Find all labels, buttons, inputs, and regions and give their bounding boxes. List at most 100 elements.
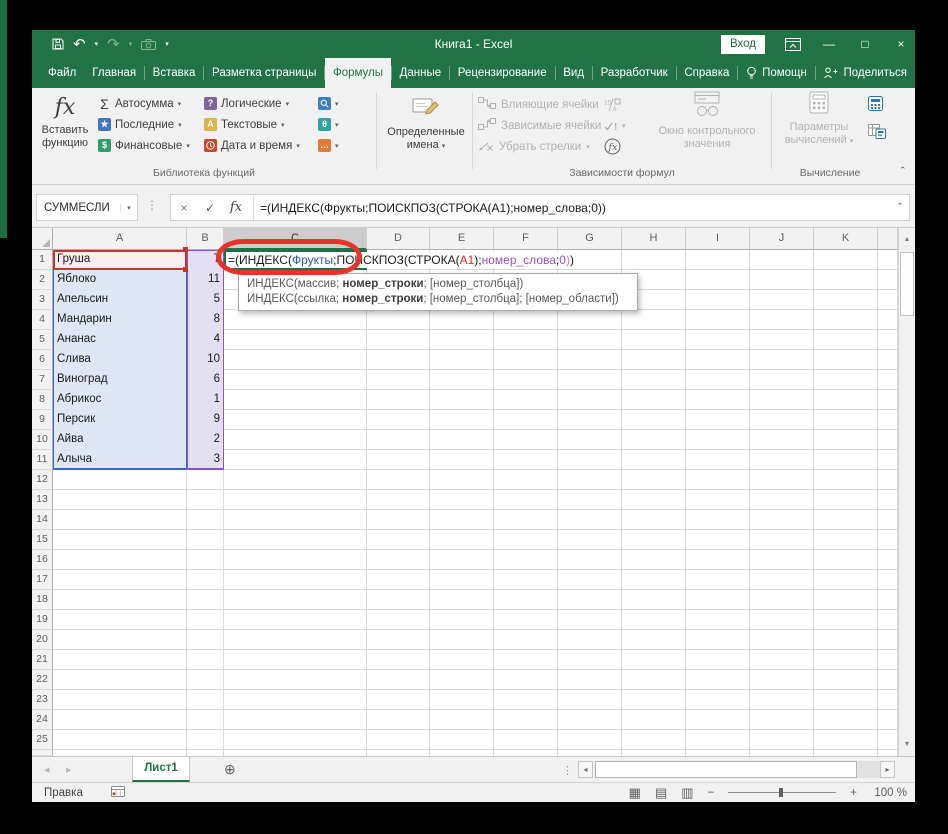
enter-button[interactable]: ✓ xyxy=(197,201,223,215)
row-header-7[interactable]: 7 xyxy=(32,370,53,390)
library-item-Логические[interactable]: ? Логические ▾ xyxy=(204,93,300,114)
cell-formula-text[interactable]: =(ИНДЕКС(Фрукты;ПОИСКПОЗ(СТРОКА(A1);номе… xyxy=(228,252,578,268)
zoom-slider-thumb[interactable] xyxy=(779,788,784,797)
row-header-16[interactable]: 16 xyxy=(32,550,53,570)
math-trig-button[interactable]: θ ▾ xyxy=(318,114,339,135)
ribbon-tab-5[interactable]: Данные xyxy=(392,58,450,88)
zoom-in-icon[interactable]: + xyxy=(850,787,857,799)
cancel-button[interactable]: × xyxy=(171,201,197,215)
normal-view-icon[interactable]: ▦ xyxy=(629,785,641,801)
lookup-reference-button[interactable]: ▾ xyxy=(318,93,339,114)
library-item-Дата и время[interactable]: Дата и время ▾ xyxy=(204,135,300,156)
sign-in-button[interactable]: Вход xyxy=(720,34,765,54)
name-box-caret-icon[interactable]: ▾ xyxy=(120,203,137,212)
row-header-18[interactable]: 18 xyxy=(32,590,53,610)
more-functions-button[interactable]: … ▾ xyxy=(318,135,339,156)
row-header-19[interactable]: 19 xyxy=(32,610,53,630)
scroll-down-icon[interactable]: ▾ xyxy=(899,734,915,754)
horizontal-scrollbar-thumb[interactable] xyxy=(595,761,857,778)
cell-A10[interactable]: Айва xyxy=(53,430,187,450)
cell-B8[interactable]: 1 xyxy=(187,390,224,410)
customize-qat-icon[interactable]: ▾ xyxy=(165,40,169,48)
column-header-K[interactable]: K xyxy=(814,228,878,250)
row-header-25[interactable]: 25 xyxy=(32,730,53,750)
ribbon-tab-1[interactable]: Главная xyxy=(84,58,144,88)
cell-A7[interactable]: Виноград xyxy=(53,370,187,390)
row-header-3[interactable]: 3 xyxy=(32,290,53,310)
cell-B5[interactable]: 4 xyxy=(187,330,224,350)
row-header-21[interactable]: 21 xyxy=(32,650,53,670)
column-header-D[interactable]: D xyxy=(367,228,430,250)
column-header-A[interactable]: A xyxy=(53,228,187,250)
insert-function-fx-button[interactable]: fx xyxy=(223,200,249,215)
cell-A3[interactable]: Апельсин xyxy=(53,290,187,310)
cell-B2[interactable]: 11 xyxy=(187,270,224,290)
cell-B11[interactable]: 3 xyxy=(187,450,224,470)
page-break-view-icon[interactable]: ▥ xyxy=(681,785,693,801)
defined-names-button[interactable]: Определенные имена ▾ xyxy=(384,91,468,179)
row-header-22[interactable]: 22 xyxy=(32,670,53,690)
ribbon-tab-11[interactable]: Поделиться xyxy=(815,58,915,88)
formula-bar-expand-icon[interactable]: ˇ xyxy=(891,200,909,215)
ribbon-tab-8[interactable]: Разработчик xyxy=(593,58,676,88)
zoom-out-icon[interactable]: − xyxy=(708,787,715,799)
scroll-left-icon[interactable]: ◂ xyxy=(578,761,593,778)
cell-A11[interactable]: Алыча xyxy=(53,450,187,470)
ribbon-tab-6[interactable]: Рецензирование xyxy=(450,58,555,88)
cell-A4[interactable]: Мандарин xyxy=(53,310,187,330)
evaluate-formula-icon[interactable]: fx xyxy=(604,136,626,157)
calculate-sheet-icon[interactable] xyxy=(868,124,886,142)
minimize-button[interactable]: — xyxy=(821,37,837,51)
column-header-G[interactable]: G xyxy=(558,228,622,250)
insert-function-button[interactable]: fx Вставить функцию xyxy=(36,91,94,179)
cell-A6[interactable]: Слива xyxy=(53,350,187,370)
vertical-scrollbar-thumb[interactable] xyxy=(900,252,914,316)
column-header-F[interactable]: F xyxy=(494,228,558,250)
ribbon-display-options-icon[interactable] xyxy=(785,37,801,51)
macro-record-icon[interactable] xyxy=(110,785,125,800)
cell-A5[interactable]: Ананас xyxy=(53,330,187,350)
ribbon-tab-9[interactable]: Справка xyxy=(676,58,737,88)
row-header-14[interactable]: 14 xyxy=(32,510,53,530)
undo-icon[interactable]: ↶ xyxy=(73,37,86,52)
column-header-J[interactable]: J xyxy=(750,228,814,250)
ribbon-tab-3[interactable]: Разметка страницы xyxy=(204,58,324,88)
add-sheet-icon[interactable]: ⊕ xyxy=(224,761,236,778)
cell-B9[interactable]: 9 xyxy=(187,410,224,430)
row-header-23[interactable]: 23 xyxy=(32,690,53,710)
row-header-20[interactable]: 20 xyxy=(32,630,53,650)
scroll-right-icon[interactable]: ▸ xyxy=(880,761,895,778)
library-item-Автосумма[interactable]: Σ Автосумма ▾ xyxy=(98,93,190,114)
column-header-I[interactable]: I xyxy=(686,228,750,250)
cell-A1[interactable]: Груша xyxy=(53,250,187,270)
prev-sheet-icon[interactable]: ◂ xyxy=(44,763,50,776)
row-header-2[interactable]: 2 xyxy=(32,270,53,290)
row-header-12[interactable]: 12 xyxy=(32,470,53,490)
cell-A9[interactable]: Персик xyxy=(53,410,187,430)
row-header-6[interactable]: 6 xyxy=(32,350,53,370)
close-button[interactable]: × xyxy=(893,37,909,51)
column-header-H[interactable]: H xyxy=(622,228,686,250)
library-item-Финансовые[interactable]: $ Финансовые ▾ xyxy=(98,135,190,156)
next-sheet-icon[interactable]: ▸ xyxy=(66,763,72,776)
row-header-24[interactable]: 24 xyxy=(32,710,53,730)
row-header-8[interactable]: 8 xyxy=(32,390,53,410)
ribbon-tab-10[interactable]: Помощн xyxy=(738,58,815,88)
cell-B3[interactable]: 5 xyxy=(187,290,224,310)
row-header-5[interactable]: 5 xyxy=(32,330,53,350)
maximize-button[interactable]: □ xyxy=(857,37,873,51)
column-header-E[interactable]: E xyxy=(430,228,494,250)
ribbon-tab-0[interactable]: Файл xyxy=(40,58,84,88)
page-layout-view-icon[interactable]: ▤ xyxy=(655,785,667,801)
cell-B6[interactable]: 10 xyxy=(187,350,224,370)
ribbon-tab-4[interactable]: Формулы xyxy=(324,58,392,88)
cell-A8[interactable]: Абрикос xyxy=(53,390,187,410)
collapse-ribbon-icon[interactable]: ˆ xyxy=(901,164,905,179)
row-header-17[interactable]: 17 xyxy=(32,570,53,590)
cell-B4[interactable]: 8 xyxy=(187,310,224,330)
ribbon-tab-2[interactable]: Вставка xyxy=(145,58,204,88)
formula-input[interactable]: =(ИНДЕКС(Фрукты;ПОИСКПОЗ(СТРОКА(A1);номе… xyxy=(260,201,891,215)
zoom-percent-label[interactable]: 100 % xyxy=(871,787,907,799)
calculate-now-icon[interactable] xyxy=(868,96,886,114)
row-header-15[interactable]: 15 xyxy=(32,530,53,550)
